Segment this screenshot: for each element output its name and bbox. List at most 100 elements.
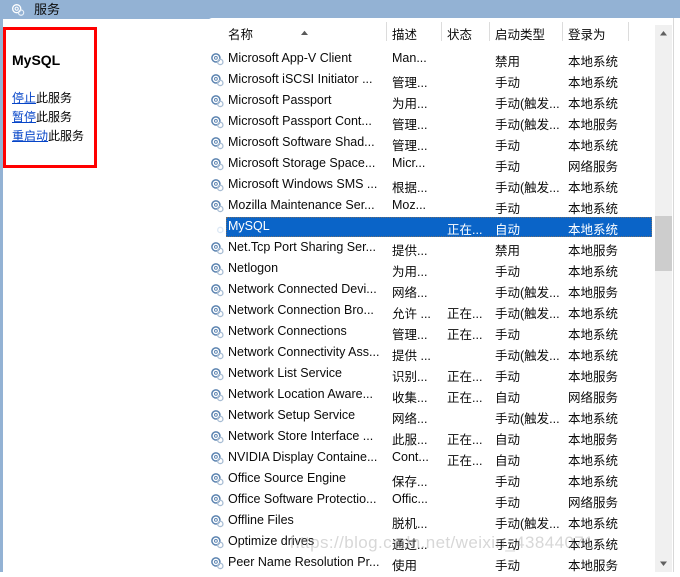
service-gear-icon	[210, 409, 225, 424]
table-row[interactable]: Peer Name Resolution Pr... 使用 手动 本地服务	[206, 553, 680, 572]
cell-start: 手动	[495, 538, 521, 552]
service-gear-icon	[210, 115, 225, 130]
column-header-logon[interactable]: 登录为	[568, 24, 606, 43]
table-row[interactable]: Office Software Protectio... Offic... 手动 网络…	[206, 490, 680, 511]
table-row[interactable]: Optimize drives 通过... 手动 本地系统	[206, 532, 680, 553]
table-row[interactable]: NVIDIA Display Containe... Cont... 正在... 自动…	[206, 448, 680, 469]
window-title-bar: 服务	[0, 0, 680, 19]
table-row[interactable]: Network Connected Devi... 网络... 手动(触发... 本地…	[206, 280, 680, 301]
table-row[interactable]: Network List Service 识别... 正在... 手动 本地服务	[206, 364, 680, 385]
table-row[interactable]: Microsoft iSCSI Initiator ... 管理... 手动 本地系统	[206, 70, 680, 91]
cell-name: Network Location Aware...	[228, 387, 373, 401]
table-row[interactable]: Microsoft Windows SMS ... 根据... 手动(触发... 本地…	[206, 175, 680, 196]
cell-status: 正在...	[447, 370, 483, 384]
annotation-highlight-box	[3, 27, 97, 168]
cell-start: 手动	[495, 202, 521, 216]
cell-start: 自动	[495, 391, 521, 405]
table-row[interactable]: Microsoft App-V Client Man... 禁用 本地系统	[206, 49, 680, 70]
cell-status: 正在...	[447, 391, 483, 405]
table-row[interactable]: Offline Files 脱机... 手动(触发... 本地系统	[206, 511, 680, 532]
table-row[interactable]: Microsoft Storage Space... Micr... 手动 网络服务	[206, 154, 680, 175]
table-row[interactable]: Network Connectivity Ass... 提供 ... 手动(触发..…	[206, 343, 680, 364]
column-header-status[interactable]: 状态	[447, 24, 472, 43]
column-divider-1[interactable]	[441, 22, 442, 41]
service-gear-icon	[210, 514, 225, 529]
table-row[interactable]: MySQL 正在... 自动 本地系统	[206, 217, 680, 238]
cell-logon: 本地服务	[568, 433, 619, 447]
table-row[interactable]: Network Connections 管理... 正在... 手动 本地系统	[206, 322, 680, 343]
cell-name: Offline Files	[228, 513, 294, 527]
service-gear-icon	[210, 220, 225, 235]
scrollbar-thumb[interactable]	[655, 216, 672, 271]
vertical-scrollbar[interactable]	[655, 25, 672, 572]
column-header-start[interactable]: 启动类型	[495, 24, 545, 43]
cell-desc: 脱机...	[392, 517, 428, 531]
cell-logon: 本地系统	[568, 328, 619, 342]
cell-logon: 本地系统	[568, 349, 619, 363]
cell-start: 手动(触发...	[495, 349, 560, 363]
cell-desc: 此服...	[392, 433, 428, 447]
services-list-panel: 名称 描述 状态 启动类型 登录为 Microsoft App-V Client Man.…	[206, 18, 680, 572]
service-gear-icon	[210, 325, 225, 340]
cell-name: Network Store Interface ...	[228, 429, 374, 443]
service-gear-icon	[210, 136, 225, 151]
table-row[interactable]: Office Source Engine 保存... 手动 本地系统	[206, 469, 680, 490]
column-divider-3[interactable]	[562, 22, 563, 41]
service-gear-icon	[210, 556, 225, 571]
cell-name: MySQL	[228, 219, 270, 233]
table-row[interactable]: Network Setup Service 网络... 手动(触发... 本地系统	[206, 406, 680, 427]
scrollbar-down-button[interactable]	[655, 555, 672, 572]
column-header-name[interactable]: 名称	[228, 24, 253, 43]
cell-status: 正在...	[447, 454, 483, 468]
service-gear-icon	[210, 451, 225, 466]
cell-name: Network Connectivity Ass...	[228, 345, 380, 359]
cell-desc: 为用...	[392, 97, 428, 111]
cell-name: Microsoft Passport Cont...	[228, 114, 372, 128]
cell-status: 正在...	[447, 307, 483, 321]
column-divider-2[interactable]	[489, 22, 490, 41]
table-row[interactable]: Mozilla Maintenance Ser... Moz... 手动 本地系统	[206, 196, 680, 217]
cell-desc: 网络...	[392, 412, 428, 426]
cell-logon: 本地服务	[568, 370, 619, 384]
cell-start: 自动	[495, 433, 521, 447]
cell-start: 手动	[495, 139, 521, 153]
service-gear-icon	[210, 367, 225, 382]
service-gear-icon	[210, 241, 225, 256]
cell-name: NVIDIA Display Containe...	[228, 450, 378, 464]
cell-name: Microsoft App-V Client	[228, 51, 352, 65]
cell-desc: 网络...	[392, 286, 428, 300]
cell-logon: 本地系统	[568, 202, 619, 216]
cell-logon: 本地系统	[568, 97, 619, 111]
table-row[interactable]: Microsoft Passport 为用... 手动(触发... 本地系统	[206, 91, 680, 112]
cell-logon: 本地系统	[568, 307, 619, 321]
cell-desc: 根据...	[392, 181, 428, 195]
table-row[interactable]: Microsoft Software Shad... 管理... 手动 本地系统	[206, 133, 680, 154]
cell-status: 正在...	[447, 328, 483, 342]
column-divider-0[interactable]	[386, 22, 387, 41]
cell-name: Network Connection Bro...	[228, 303, 374, 317]
service-gear-icon	[210, 73, 225, 88]
column-header-row[interactable]: 名称 描述 状态 启动类型 登录为	[206, 18, 680, 45]
cell-start: 自动	[495, 454, 521, 468]
table-row[interactable]: Network Location Aware... 收集... 正在... 自动 网络服…	[206, 385, 680, 406]
cell-logon: 本地系统	[568, 475, 619, 489]
service-gear-icon	[210, 283, 225, 298]
cell-name: Microsoft Passport	[228, 93, 332, 107]
cell-name: Network Connections	[228, 324, 347, 338]
table-row[interactable]: Network Store Interface ... 此服... 正在... 自动 本…	[206, 427, 680, 448]
scrollbar-up-button[interactable]	[655, 25, 672, 42]
column-divider-4[interactable]	[628, 22, 629, 41]
cell-desc: Micr...	[392, 156, 426, 170]
cell-desc: 为用...	[392, 265, 428, 279]
cell-name: Network List Service	[228, 366, 342, 380]
services-row-list[interactable]: Microsoft App-V Client Man... 禁用 本地系统 Micros…	[206, 45, 680, 572]
cell-start: 禁用	[495, 244, 521, 258]
table-row[interactable]: Microsoft Passport Cont... 管理... 手动(触发... 本…	[206, 112, 680, 133]
table-row[interactable]: Net.Tcp Port Sharing Ser... 提供... 禁用 本地服务	[206, 238, 680, 259]
service-gear-icon	[210, 94, 225, 109]
cell-desc: 管理...	[392, 118, 428, 132]
column-header-desc[interactable]: 描述	[392, 24, 417, 43]
table-row[interactable]: Network Connection Bro... 允许 ... 正在... 手动(触…	[206, 301, 680, 322]
cell-start: 手动	[495, 559, 521, 572]
table-row[interactable]: Netlogon 为用... 手动 本地系统	[206, 259, 680, 280]
